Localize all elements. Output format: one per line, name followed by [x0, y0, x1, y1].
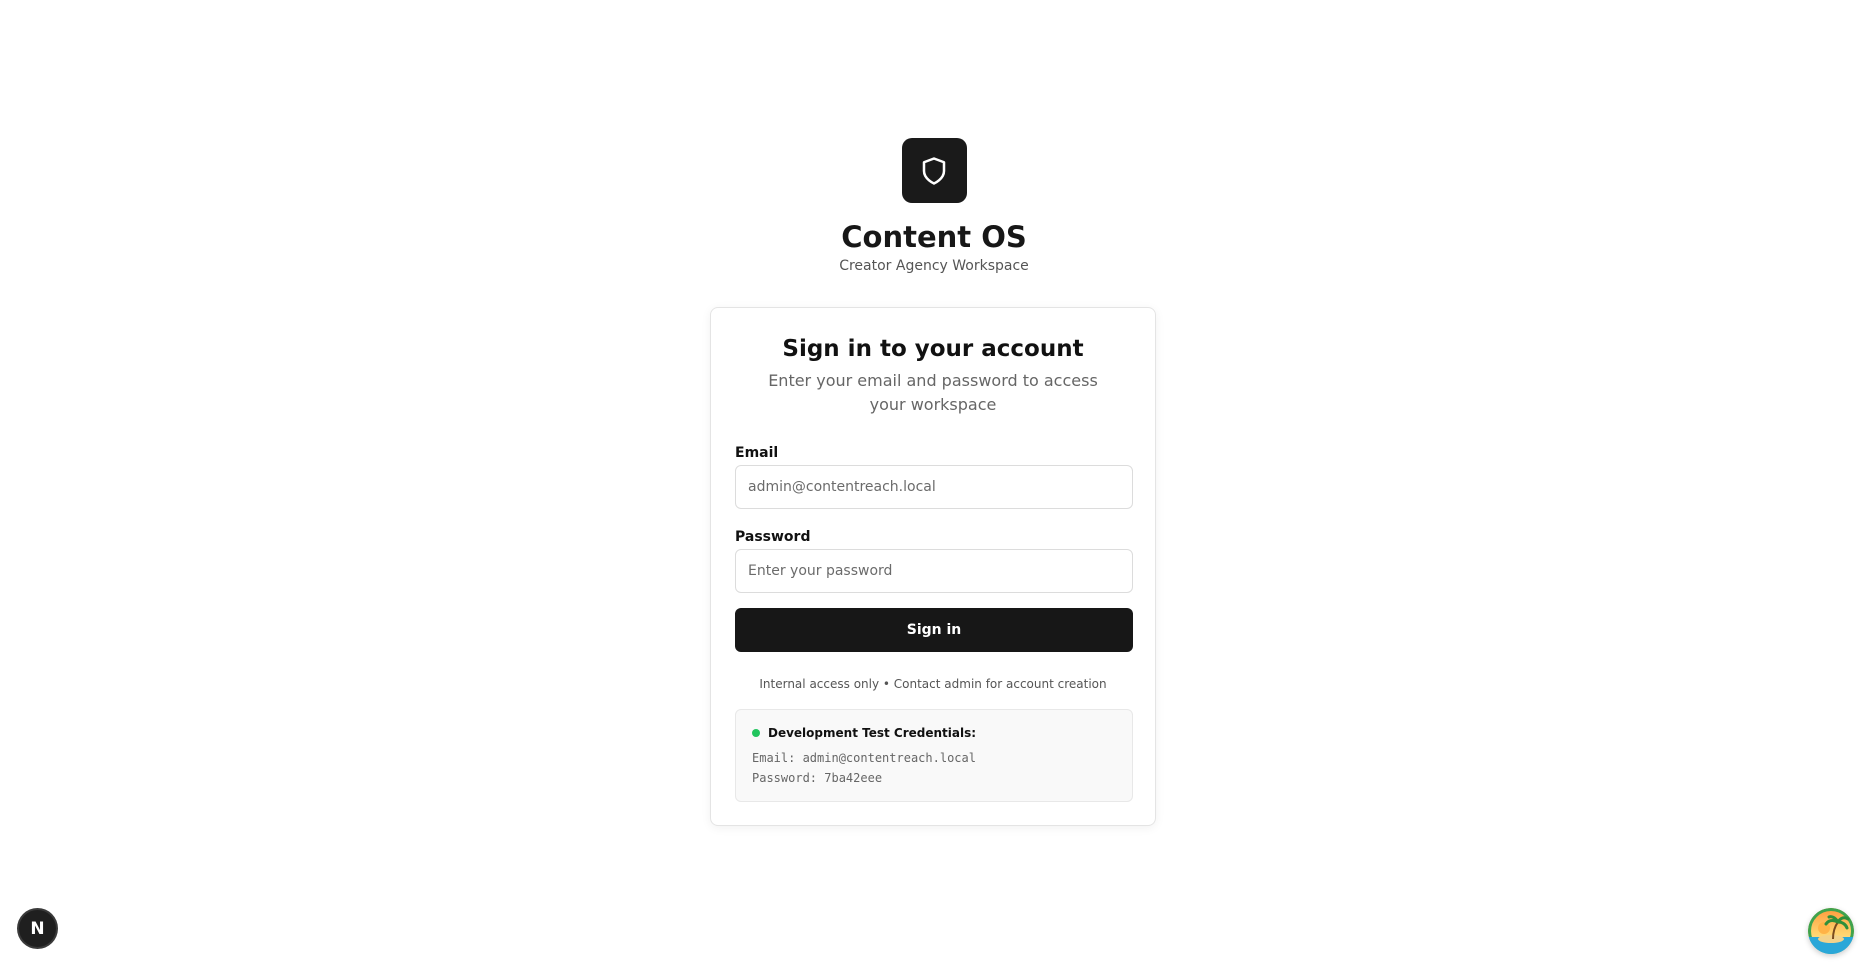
dev-credentials-box: Development Test Credentials: Email: adm… [735, 709, 1133, 802]
sign-in-button[interactable]: Sign in [735, 608, 1133, 652]
dev-credentials-header: Development Test Credentials: [752, 725, 976, 741]
login-page: Content OS Creator Agency Workspace Sign… [0, 0, 1868, 966]
assistant-launcher[interactable] [1808, 908, 1854, 954]
dev-credentials-password: Password: 7ba42eee [752, 771, 883, 785]
app-logo [901, 138, 967, 203]
app-title: Content OS [841, 220, 1027, 254]
card-description: Enter your email and password to access … [768, 371, 1098, 414]
password-field[interactable] [735, 549, 1133, 593]
tropical-island-icon [1808, 908, 1854, 954]
dev-credentials-email: Email: admin@contentreach.local [752, 751, 976, 765]
sign-in-card: Sign in to your account Enter your email… [710, 307, 1156, 826]
access-note: Internal access only • Contact admin for… [759, 677, 1107, 691]
email-label: Email [735, 445, 779, 461]
card-title: Sign in to your account [782, 336, 1084, 362]
shield-icon [922, 156, 946, 185]
app-subtitle: Creator Agency Workspace [839, 258, 1029, 274]
password-label: Password [735, 529, 811, 545]
nextjs-icon: N [30, 918, 45, 939]
status-dot-icon [752, 729, 760, 737]
email-field[interactable] [735, 465, 1133, 509]
brand-header: Content OS Creator Agency Workspace [0, 138, 1868, 275]
nextjs-dev-badge[interactable]: N [19, 910, 56, 947]
dev-credentials-title: Development Test Credentials: [768, 726, 977, 740]
